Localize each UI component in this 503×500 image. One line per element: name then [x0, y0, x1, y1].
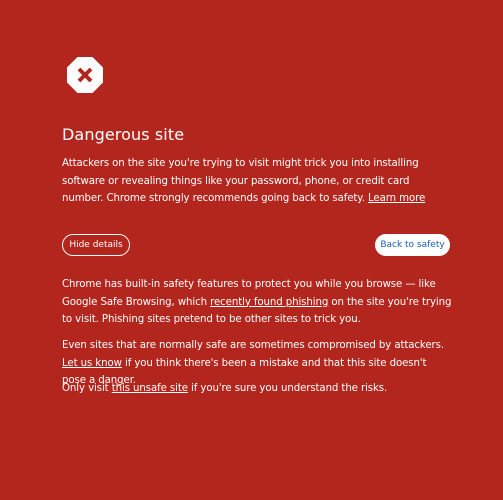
intro-text: Attackers on the site you're trying to v…	[62, 158, 419, 204]
details-text: Only visit	[62, 383, 109, 394]
details-paragraph-safe-browsing: Chrome has built-in safety features to p…	[62, 276, 452, 329]
details-text: if you're sure you understand the risks.	[191, 383, 388, 394]
hide-details-button[interactable]: Hide details	[62, 234, 130, 256]
intro-paragraph: Attackers on the site you're trying to v…	[62, 155, 452, 208]
details-text: Even sites that are normally safe are so…	[62, 340, 444, 351]
details-paragraph-proceed: Only visit this unsafe site if you're su…	[62, 380, 452, 398]
back-to-safety-button[interactable]: Back to safety	[375, 234, 450, 256]
visit-unsafe-site-link[interactable]: this unsafe site	[112, 383, 188, 394]
danger-stop-icon	[66, 56, 104, 94]
learn-more-link[interactable]: Learn more	[368, 193, 425, 204]
interstitial-page: Dangerous site Attackers on the site you…	[0, 0, 503, 500]
recently-found-phishing-link[interactable]: recently found phishing	[210, 297, 328, 308]
page-title: Dangerous site	[62, 125, 185, 144]
let-us-know-link[interactable]: Let us know	[62, 358, 122, 369]
